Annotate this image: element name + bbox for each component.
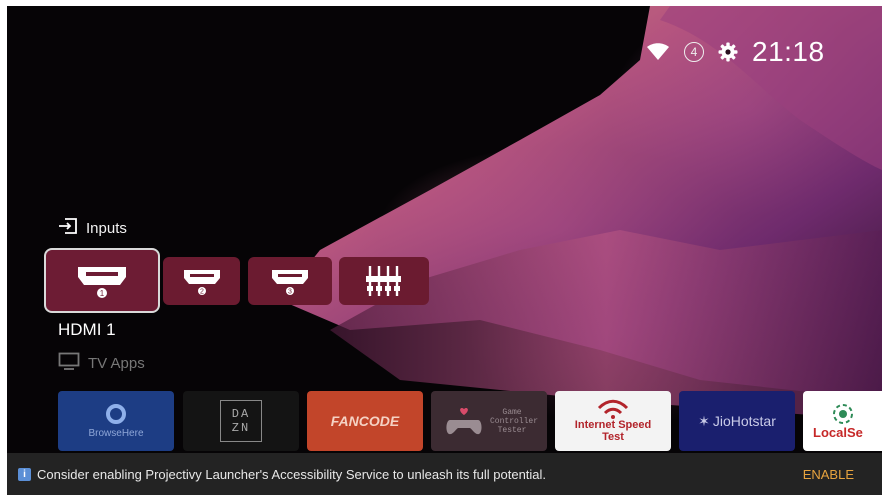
hdmi-icon: 2 <box>183 270 220 296</box>
inputs-section-title: Inputs <box>58 218 127 238</box>
hdmi-icon: 1 <box>78 266 126 298</box>
notification-icon[interactable]: 4 <box>684 42 704 62</box>
localsend-icon <box>832 403 853 424</box>
banner-message: Consider enabling Projectivy Launcher's … <box>37 466 547 482</box>
app-dazn[interactable]: DA ZN <box>183 391 299 451</box>
app-label: Internet Speed Test <box>574 419 652 443</box>
component-input-icon <box>366 266 401 296</box>
status-bar: 4 21:18 <box>646 32 825 72</box>
tv-apps-section-title: TV Apps <box>58 352 145 374</box>
app-label: FANCODE <box>330 413 400 429</box>
app-internet-speed-test[interactable]: Internet Speed Test <box>555 391 671 451</box>
tv-icon <box>58 352 80 374</box>
dazn-logo: DA ZN <box>220 400 262 442</box>
launcher-screen: 4 21:18 Inputs 1 2 3 HDMI 1 TV Apps Brow… <box>0 0 882 495</box>
app-jiohotstar[interactable]: ✶ JioHotstar <box>679 391 795 451</box>
svg-text:2: 2 <box>200 289 204 296</box>
browser-icon <box>106 403 126 424</box>
input-tile-hdmi-2[interactable]: 2 <box>163 257 240 305</box>
input-tile-hdmi-3[interactable]: 3 <box>248 257 332 305</box>
app-label: JioHotstar <box>712 413 776 429</box>
app-game-controller-tester[interactable]: Game Controller Tester <box>431 391 547 451</box>
tv-apps-label: TV Apps <box>88 354 145 372</box>
enable-button[interactable]: ENABLE <box>803 467 854 482</box>
accessibility-banner: i Consider enabling Projectivy Launcher'… <box>7 453 882 495</box>
svg-text:3: 3 <box>288 289 292 296</box>
clock: 21:18 <box>752 36 825 67</box>
hdmi-icon: 3 <box>272 270 308 296</box>
app-fancode[interactable]: FANCODE <box>307 391 423 451</box>
info-icon: i <box>18 467 31 481</box>
app-label: BrowseHere <box>88 427 144 439</box>
wifi-signal-icon <box>597 399 629 419</box>
gear-icon[interactable] <box>718 42 738 62</box>
star-icon: ✶ <box>698 412 710 429</box>
screen-edge-top <box>0 0 882 6</box>
app-localsend[interactable]: LocalSe <box>803 391 882 451</box>
inputs-label: Inputs <box>86 219 127 237</box>
focused-input-label: HDMI 1 <box>58 320 116 339</box>
gamepad-icon <box>446 407 482 435</box>
input-icon <box>58 218 78 238</box>
app-label: LocalSe <box>813 424 863 440</box>
screen-edge-left <box>0 0 7 495</box>
input-tile-hdmi-1[interactable]: 1 <box>46 250 158 311</box>
wifi-icon <box>646 42 670 62</box>
svg-text:1: 1 <box>100 289 105 298</box>
app-browsehere[interactable]: BrowseHere <box>58 391 174 451</box>
app-label: Game Controller Tester <box>490 407 539 435</box>
input-tile-component[interactable] <box>339 257 429 305</box>
